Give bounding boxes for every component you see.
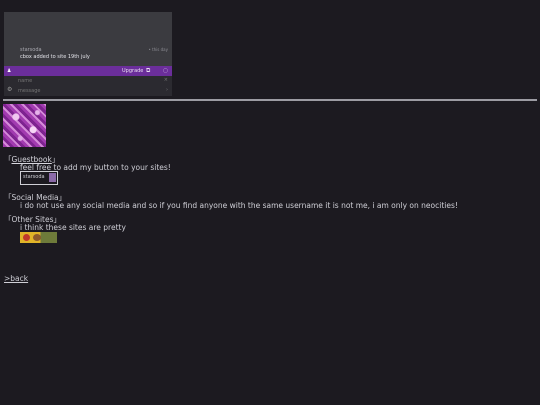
chat-widget: starsoda • this day cbox added to site 1…	[4, 12, 172, 96]
site-button-label: starsoda	[23, 174, 45, 180]
chat-messages: starsoda • this day cbox added to site 1…	[4, 12, 172, 66]
send-icon[interactable]: ›	[166, 87, 168, 93]
chat-username: starsoda	[20, 47, 42, 53]
more-icon[interactable]: ○	[163, 67, 168, 74]
chat-message-text: cbox added to site 19th july	[20, 54, 90, 60]
message-input[interactable]	[18, 87, 168, 95]
gear-icon[interactable]: ⚙	[7, 86, 12, 93]
avatar	[3, 104, 46, 147]
other-sites-text: i think these sites are pretty	[20, 223, 126, 232]
clear-icon[interactable]: ×	[164, 77, 168, 83]
name-input[interactable]	[18, 77, 168, 85]
character-icon	[33, 234, 41, 241]
social-text: i do not use any social media and so if …	[20, 201, 458, 210]
mushroom-icon	[23, 234, 30, 241]
divider	[3, 99, 537, 101]
site-button[interactable]: starsoda	[20, 171, 58, 185]
chat-toolbar: ♟ Upgrade ⧉ ○	[4, 66, 172, 76]
chat-form: × ⚙ ›	[4, 76, 172, 96]
external-link-icon[interactable]: ⧉	[146, 67, 150, 75]
site-button-icon	[49, 173, 56, 182]
chat-timestamp: • this day	[148, 47, 168, 52]
back-link[interactable]: >back	[4, 274, 28, 283]
upgrade-link[interactable]: Upgrade	[122, 68, 143, 74]
user-icon[interactable]: ♟	[7, 68, 11, 74]
friend-site-button[interactable]	[20, 232, 57, 243]
bracket-open: 「	[4, 155, 12, 164]
